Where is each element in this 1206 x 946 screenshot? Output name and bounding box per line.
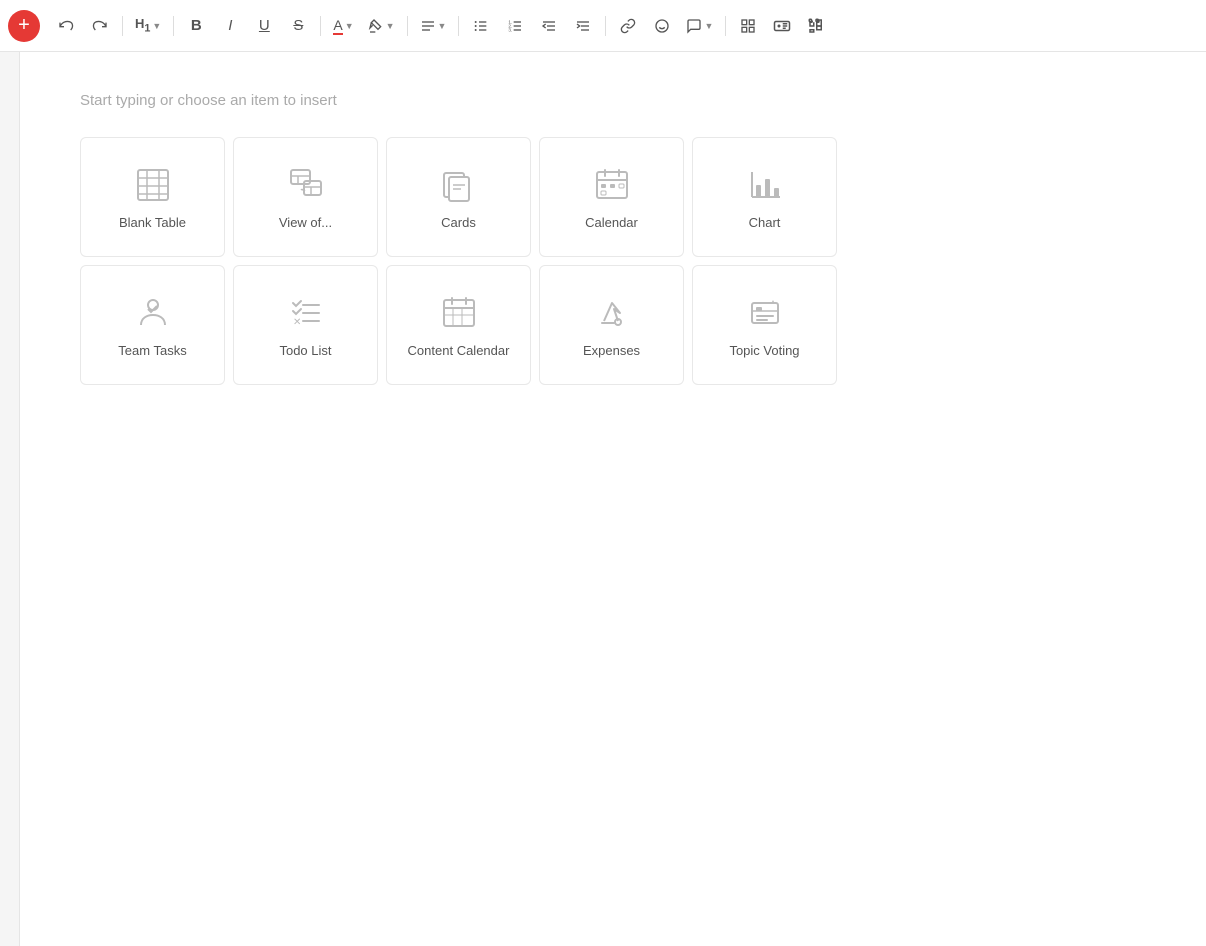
bullets-button[interactable] (465, 10, 497, 42)
sep-5 (458, 16, 459, 36)
sidebar-strip (0, 52, 20, 946)
grid-item-calendar[interactable]: Calendar (539, 137, 684, 257)
grid-item-team-tasks[interactable]: Team Tasks (80, 265, 225, 385)
underline-button[interactable]: U (248, 10, 280, 42)
calendar-label: Calendar (585, 215, 638, 230)
content-calendar-label: Content Calendar (408, 343, 510, 358)
sep-2 (173, 16, 174, 36)
emoji-button[interactable] (646, 10, 678, 42)
grid-item-topic-voting[interactable]: Topic Voting (692, 265, 837, 385)
cards-icon (441, 165, 477, 205)
grid-item-view-of[interactable]: View of... (233, 137, 378, 257)
table-icon (135, 165, 171, 205)
link-button[interactable] (612, 10, 644, 42)
team-tasks-icon (135, 293, 171, 333)
chart-label: Chart (749, 215, 781, 230)
editor-placeholder: Start typing or choose an item to insert (80, 92, 1146, 109)
grid-item-todo-list[interactable]: ✕ Todo List (233, 265, 378, 385)
undo-button[interactable] (50, 10, 82, 42)
numbered-button[interactable]: 1.2.3. (499, 10, 531, 42)
italic-button[interactable]: I (214, 10, 246, 42)
toolbar: + H1 ▼ B I U S A ▼ ▼ ▼ 1.2.3. (0, 0, 1206, 52)
strikethrough-button[interactable]: S (282, 10, 314, 42)
cards-label: Cards (441, 215, 476, 230)
grid-item-content-calendar[interactable]: Content Calendar (386, 265, 531, 385)
grid-item-expenses[interactable]: Expenses (539, 265, 684, 385)
grid-item-chart[interactable]: Chart (692, 137, 837, 257)
grid-item-blank-table[interactable]: Blank Table (80, 137, 225, 257)
calendar-icon (594, 165, 630, 205)
team-tasks-label: Team Tasks (118, 343, 186, 358)
main-content: Start typing or choose an item to insert… (0, 52, 1206, 946)
indent-button[interactable] (567, 10, 599, 42)
font-color-button[interactable]: A ▼ (327, 10, 359, 42)
ai-button[interactable] (766, 10, 798, 42)
comment-button[interactable]: ▼ (680, 10, 719, 42)
svg-text:✕: ✕ (293, 317, 301, 328)
view-of-icon (288, 165, 324, 205)
expenses-icon (594, 293, 630, 333)
sep-4 (407, 16, 408, 36)
topic-voting-icon (747, 293, 783, 333)
grid-item-cards[interactable]: Cards (386, 137, 531, 257)
topic-voting-label: Topic Voting (729, 343, 799, 358)
heading-button[interactable]: H1 ▼ (129, 10, 167, 42)
puzzle-button[interactable] (800, 10, 832, 42)
items-grid: Blank Table View of... (80, 137, 1146, 385)
view-of-label: View of... (279, 215, 332, 230)
redo-button[interactable] (84, 10, 116, 42)
sep-1 (122, 16, 123, 36)
add-button[interactable]: + (8, 10, 40, 42)
svg-text:3.: 3. (509, 27, 513, 32)
sep-3 (320, 16, 321, 36)
align-button[interactable]: ▼ (414, 10, 453, 42)
sep-7 (725, 16, 726, 36)
todo-icon: ✕ (288, 293, 324, 333)
todo-list-label: Todo List (279, 343, 331, 358)
highlight-button[interactable]: ▼ (362, 10, 401, 42)
expenses-label: Expenses (583, 343, 640, 358)
chart-icon (747, 165, 783, 205)
sep-6 (605, 16, 606, 36)
content-calendar-icon (441, 293, 477, 333)
editor-area[interactable]: Start typing or choose an item to insert… (20, 52, 1206, 946)
bold-button[interactable]: B (180, 10, 212, 42)
blank-table-label: Blank Table (119, 215, 186, 230)
outdent-button[interactable] (533, 10, 565, 42)
table-view-button[interactable] (732, 10, 764, 42)
